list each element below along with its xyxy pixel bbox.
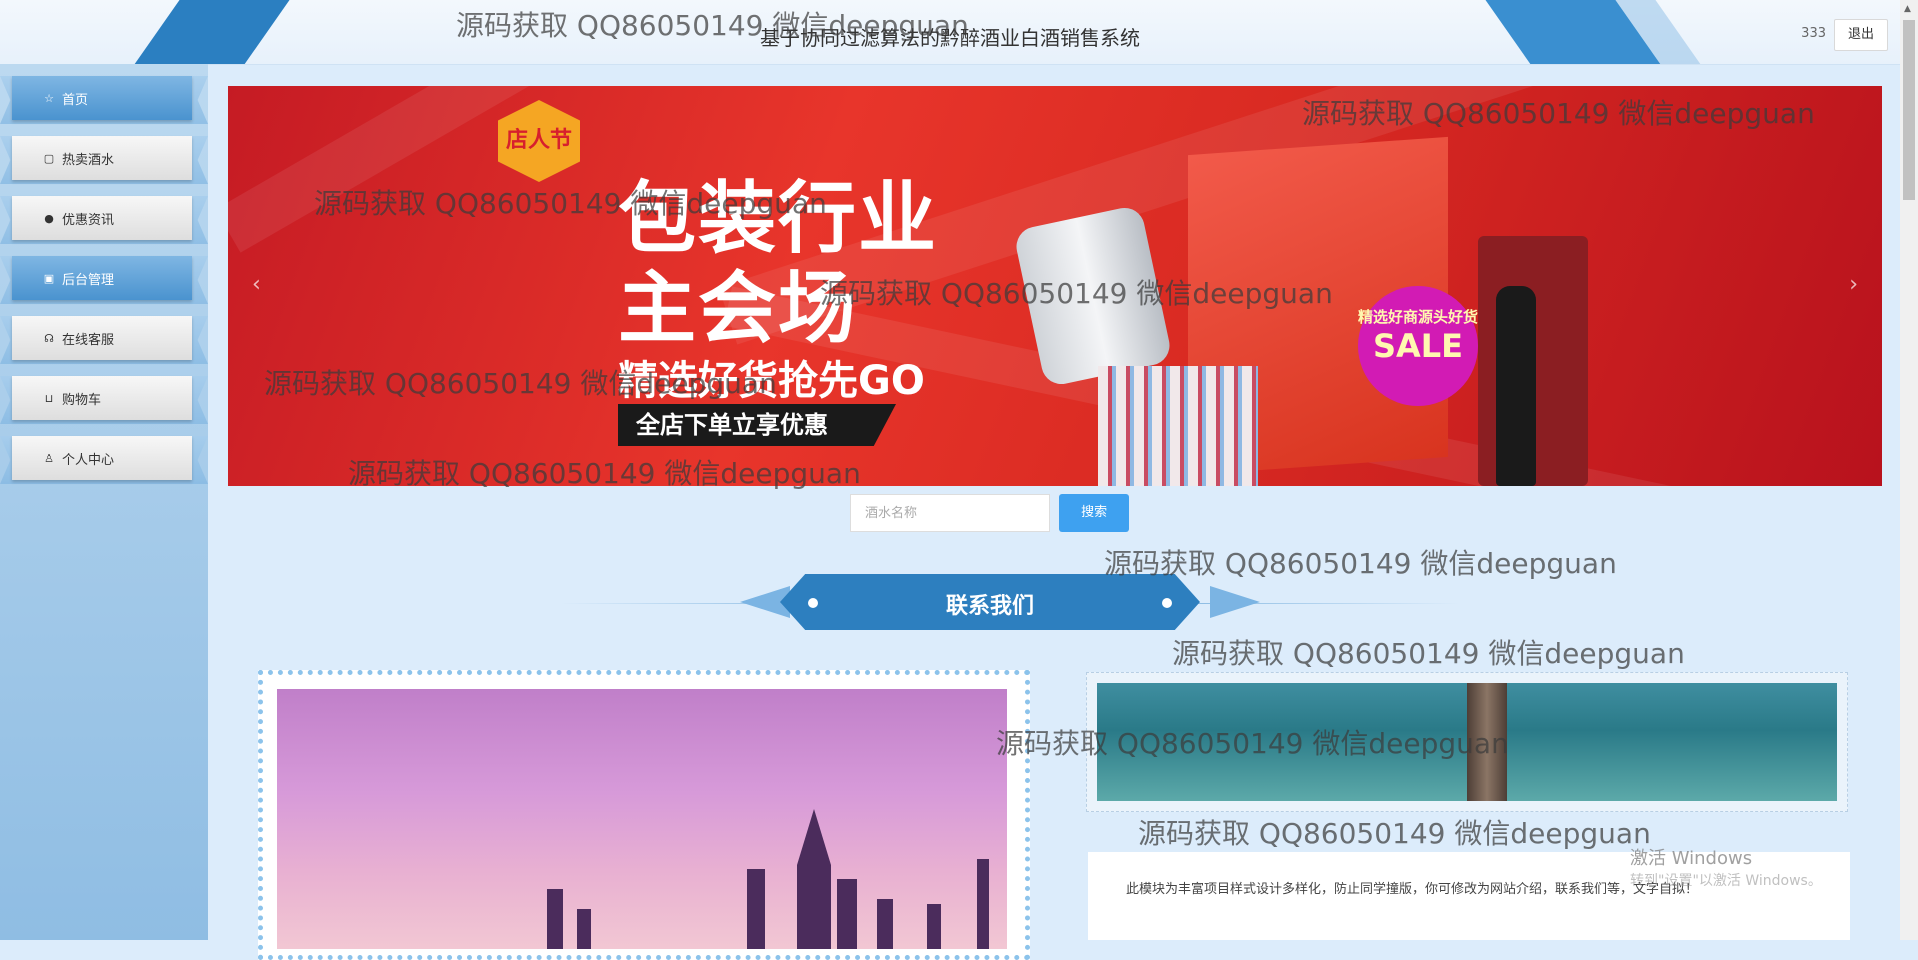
cart-icon: ⊔ <box>44 391 54 405</box>
lighthouse <box>1467 683 1507 801</box>
sidebar-item-hot-drinks[interactable]: ▢ 热卖酒水 <box>0 130 208 190</box>
page-title: 基于协同过滤算法的黔醉酒业白酒销售系统 <box>760 26 1140 50</box>
sidebar-item-button[interactable]: ⊔ 购物车 <box>12 376 192 420</box>
scroll-thumb[interactable] <box>1903 20 1915 200</box>
sidebar-item-button[interactable]: ☆ 首页 <box>12 76 192 120</box>
windows-activation-text: 激活 Windows <box>1630 848 1753 869</box>
section-header: 联系我们 <box>560 574 1460 634</box>
search-button[interactable]: 搜索 <box>1059 494 1130 532</box>
sidebar-item-button[interactable]: ● 优惠资讯 <box>12 196 192 240</box>
logout-button[interactable]: 退出 <box>1834 19 1888 51</box>
banner-logo-text: 店人节 <box>505 128 572 153</box>
sea-image-frame <box>1086 672 1848 812</box>
page-scrollbar[interactable]: ▲ <box>1900 0 1918 940</box>
sidebar-item-button[interactable]: ▣ 后台管理 <box>12 256 192 300</box>
sale-badge-big: SALE <box>1372 327 1464 365</box>
sidebar-item-button[interactable]: ♙ 个人中心 <box>12 436 192 480</box>
banner-product-box <box>1098 366 1258 486</box>
skyline-tower <box>577 909 591 949</box>
banner-headline-4: 全店下单立享优惠 <box>618 404 896 446</box>
banner-headline-3: 精选好货抢先GO <box>618 358 925 404</box>
city-skyline-image <box>277 689 1007 949</box>
section-wing-right <box>1210 586 1260 618</box>
sea-lighthouse-image <box>1097 683 1837 801</box>
banner-logo: 店人节 <box>498 100 580 182</box>
sidebar-item-label: 在线客服 <box>62 332 115 348</box>
sale-badge-small: 精选好商源头好货 <box>1358 308 1479 326</box>
skyline-tower <box>877 899 893 949</box>
user-icon: ♙ <box>44 451 54 465</box>
sidebar-item-service[interactable]: ☊ 在线客服 <box>0 310 208 370</box>
headset-icon: ☊ <box>44 331 54 345</box>
scroll-up-icon[interactable]: ▲ <box>1904 4 1911 14</box>
star-icon: ☆ <box>44 91 54 105</box>
section-title: 联系我们 <box>945 594 1034 619</box>
carousel-next-icon[interactable]: › <box>1849 272 1858 297</box>
username-label: 333 <box>1801 26 1826 41</box>
skyline-tower <box>547 889 563 949</box>
city-image-frame <box>258 670 1030 960</box>
banner-sale-badge: 精选好商源头好货 SALE <box>1358 286 1478 406</box>
sidebar: ☆ 首页 ▢ 热卖酒水 ● 优惠资讯 ▣ 后台管理 ☊ 在线客服 ⊔ 购物车 ♙… <box>0 64 208 940</box>
sidebar-item-news[interactable]: ● 优惠资讯 <box>0 190 208 250</box>
sidebar-item-button[interactable]: ☊ 在线客服 <box>12 316 192 360</box>
sidebar-item-label: 后台管理 <box>62 272 115 288</box>
bag-icon: ▢ <box>43 151 55 165</box>
skyline-tower <box>747 869 765 949</box>
windows-activation-subtext: 转到"设置"以激活 Windows。 <box>1630 873 1822 889</box>
sidebar-item-label: 首页 <box>62 92 89 108</box>
sidebar-item-label: 购物车 <box>62 392 102 408</box>
box-icon: ▣ <box>43 271 55 285</box>
carousel-prev-icon[interactable]: ‹ <box>252 272 261 297</box>
promo-banner-carousel[interactable]: 店人节 包装行业 主会场 精选好货抢先GO 全店下单立享优惠 精选好商源头好货 … <box>228 86 1882 486</box>
main-content: 店人节 包装行业 主会场 精选好货抢先GO 全店下单立享优惠 精选好商源头好货 … <box>210 64 1900 960</box>
top-header: 基于协同过滤算法的黔醉酒业白酒销售系统 333 退出 <box>0 0 1900 65</box>
skyline-tower <box>797 809 831 949</box>
sidebar-item-home[interactable]: ☆ 首页 <box>0 70 208 130</box>
search-input[interactable] <box>850 494 1050 532</box>
skyline-tower <box>977 859 989 949</box>
info-icon: ● <box>44 211 54 225</box>
sidebar-item-label: 优惠资讯 <box>62 212 115 228</box>
banner-headline-2: 主会场 <box>618 264 859 354</box>
banner-product-bottle <box>1496 286 1536 486</box>
sidebar-item-admin[interactable]: ▣ 后台管理 <box>0 250 208 310</box>
skyline-tower <box>927 904 941 949</box>
search-bar: 搜索 <box>850 494 1130 532</box>
sidebar-item-label: 热卖酒水 <box>62 152 115 168</box>
skyline-tower <box>837 879 857 949</box>
sidebar-item-label: 个人中心 <box>62 452 115 468</box>
sidebar-item-cart[interactable]: ⊔ 购物车 <box>0 370 208 430</box>
sidebar-item-profile[interactable]: ♙ 个人中心 <box>0 430 208 490</box>
sidebar-item-button[interactable]: ▢ 热卖酒水 <box>12 136 192 180</box>
